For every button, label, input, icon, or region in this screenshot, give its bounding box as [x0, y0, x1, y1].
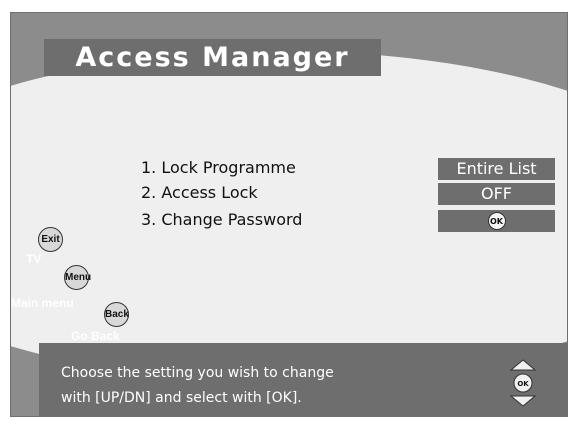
down-arrow-icon[interactable]: [509, 395, 537, 407]
lock-programme-value[interactable]: Entire List: [438, 158, 555, 180]
help-text-line1: Choose the setting you wish to change: [61, 365, 334, 381]
menu-item-access-lock[interactable]: 2. Access Lock: [141, 183, 258, 202]
help-text-line2: with [UP/DN] and select with [OK].: [61, 390, 302, 406]
nav-pad-icon: OK: [509, 359, 537, 407]
exit-button[interactable]: Exit: [38, 227, 63, 252]
menu-item-change-password[interactable]: 3. Change Password: [141, 210, 302, 229]
back-button[interactable]: Back: [104, 302, 129, 327]
ok-nav-label: OK: [517, 380, 529, 388]
exit-caption: TV: [26, 252, 42, 266]
menu-caption: Main menu: [11, 296, 74, 310]
menu-item-lock-programme[interactable]: 1. Lock Programme: [141, 158, 296, 177]
back-caption: Go Back: [71, 329, 120, 343]
page-title: Access Manager: [75, 42, 350, 73]
change-password-value[interactable]: OK: [438, 210, 555, 232]
tv-screen: Access Manager 1. Lock Programme Entire …: [10, 12, 568, 417]
up-arrow-icon[interactable]: [509, 359, 537, 371]
ok-button-icon: OK: [487, 212, 506, 230]
menu-button[interactable]: Menu: [64, 265, 91, 290]
access-lock-value[interactable]: OFF: [438, 183, 555, 205]
